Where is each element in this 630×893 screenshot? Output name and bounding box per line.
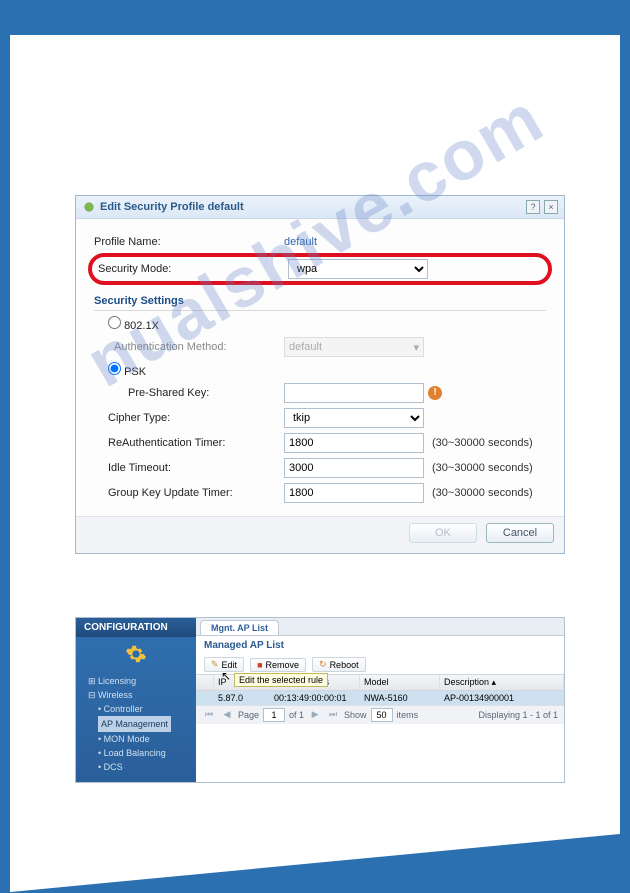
page-last[interactable]: ⏭ — [326, 708, 340, 722]
help-button[interactable]: ? — [526, 200, 540, 214]
reauth-hint: (30~30000 seconds) — [432, 437, 533, 449]
group-input[interactable] — [284, 483, 424, 503]
security-mode-select[interactable]: wpa — [288, 259, 428, 279]
cancel-button[interactable]: Cancel — [486, 523, 554, 543]
security-profile-dialog: Edit Security Profile default ? × Profil… — [75, 195, 565, 554]
security-mode-label: Security Mode: — [98, 263, 288, 275]
table-row[interactable]: 5.87.0 00:13:49:00:00:01 NWA-5160 AP-001… — [196, 691, 564, 705]
cipher-label: Cipher Type: — [94, 412, 284, 424]
psk-label: PSK — [124, 366, 146, 378]
profile-name-label: Profile Name: — [94, 236, 284, 248]
display-count: Displaying 1 - 1 of 1 — [478, 710, 558, 720]
gear-icon — [82, 200, 96, 214]
remove-button[interactable]: ■Remove — [250, 658, 306, 672]
reboot-button[interactable]: ↻Reboot — [312, 657, 366, 672]
tab-mgnt-ap-list[interactable]: Mgnt. AP List — [200, 620, 279, 635]
psk-key-label: Pre-Shared Key: — [94, 387, 284, 399]
reboot-icon: ↻ — [319, 659, 327, 670]
page-prev[interactable]: ◀ — [220, 708, 234, 722]
show-label: Show — [344, 710, 367, 720]
page-input[interactable] — [263, 708, 285, 722]
8021x-label: 802.1X — [124, 320, 159, 332]
idle-label: Idle Timeout: — [94, 462, 284, 474]
managed-ap-list-header: Managed AP List — [196, 636, 564, 655]
idle-hint: (30~30000 seconds) — [432, 462, 533, 474]
8021x-radio[interactable] — [108, 316, 121, 329]
close-button[interactable]: × — [544, 200, 558, 214]
page-first[interactable]: ⏮ — [202, 708, 216, 722]
security-mode-highlight: Security Mode: wpa — [88, 253, 552, 285]
pager: ⏮ ◀ Page of 1 ▶ ⏭ Show items Displaying … — [196, 705, 564, 724]
show-input[interactable] — [371, 708, 393, 722]
auth-method-select: default▾ — [284, 337, 424, 357]
warning-icon: ! — [428, 386, 442, 400]
page-of-label: of 1 — [289, 710, 304, 720]
sidebar-item-licensing[interactable]: ⊞ Licensing — [80, 674, 192, 688]
group-label: Group Key Update Timer: — [94, 487, 284, 499]
edit-icon: ✎ — [211, 659, 219, 670]
sidebar: CONFIGURATION ⊞ Licensing ⊟ Wireless • C… — [76, 618, 196, 782]
sidebar-item-load-balancing[interactable]: • Load Balancing — [80, 746, 192, 760]
config-gear-icon — [76, 637, 196, 674]
edit-button[interactable]: ✎Edit — [204, 657, 244, 672]
page-next[interactable]: ▶ — [308, 708, 322, 722]
page-label: Page — [238, 710, 259, 720]
ok-button[interactable]: OK — [409, 523, 477, 543]
sidebar-item-mon-mode[interactable]: • MON Mode — [80, 732, 192, 746]
sidebar-item-controller[interactable]: • Controller — [80, 702, 192, 716]
items-label: items — [397, 710, 419, 720]
ap-management-panel: CONFIGURATION ⊞ Licensing ⊟ Wireless • C… — [75, 617, 565, 783]
dialog-titlebar: Edit Security Profile default ? × — [76, 196, 564, 219]
group-hint: (30~30000 seconds) — [432, 487, 533, 499]
psk-radio[interactable] — [108, 362, 121, 375]
profile-name-value[interactable]: default — [284, 236, 317, 248]
psk-key-input[interactable] — [284, 383, 424, 403]
remove-icon: ■ — [257, 660, 262, 670]
cipher-select[interactable]: tkip — [284, 408, 424, 428]
dialog-title: Edit Security Profile default — [100, 201, 244, 213]
idle-input[interactable] — [284, 458, 424, 478]
auth-method-label: Authentication Method: — [94, 341, 284, 353]
sidebar-item-wireless[interactable]: ⊟ Wireless — [80, 688, 192, 702]
sidebar-item-ap-management[interactable]: AP Management — [98, 716, 171, 732]
reauth-input[interactable] — [284, 433, 424, 453]
col-model[interactable]: Model — [360, 675, 440, 690]
reauth-label: ReAuthentication Timer: — [94, 437, 284, 449]
security-settings-header: Security Settings — [94, 295, 546, 311]
sidebar-header: CONFIGURATION — [76, 618, 196, 637]
col-description[interactable]: Description ▴ — [440, 675, 564, 690]
edit-tooltip: Edit the selected rule — [234, 673, 328, 687]
sidebar-item-dcs[interactable]: • DCS — [80, 760, 192, 774]
